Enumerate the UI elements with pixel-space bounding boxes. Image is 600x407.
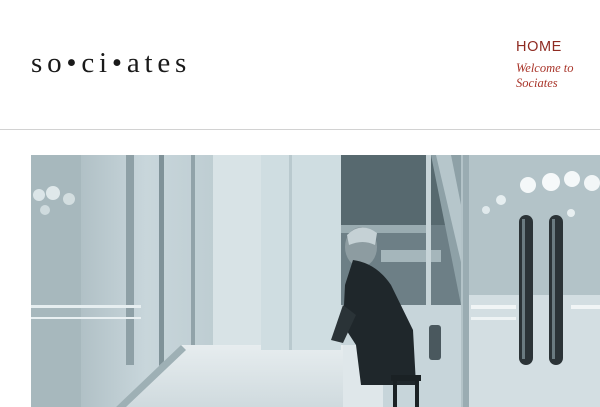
nav-home-subtitle: Welcome to Sociates [516,61,574,90]
main-nav: HOME Welcome to Sociates [516,38,600,91]
hero-image [31,155,600,407]
site-logo[interactable]: so•ci•ates [31,49,191,78]
hero-photo-illustration [31,155,600,407]
nav-home-link[interactable]: HOME [516,38,600,56]
site-header: so•ci•ates HOME Welcome to Sociates [0,0,600,130]
